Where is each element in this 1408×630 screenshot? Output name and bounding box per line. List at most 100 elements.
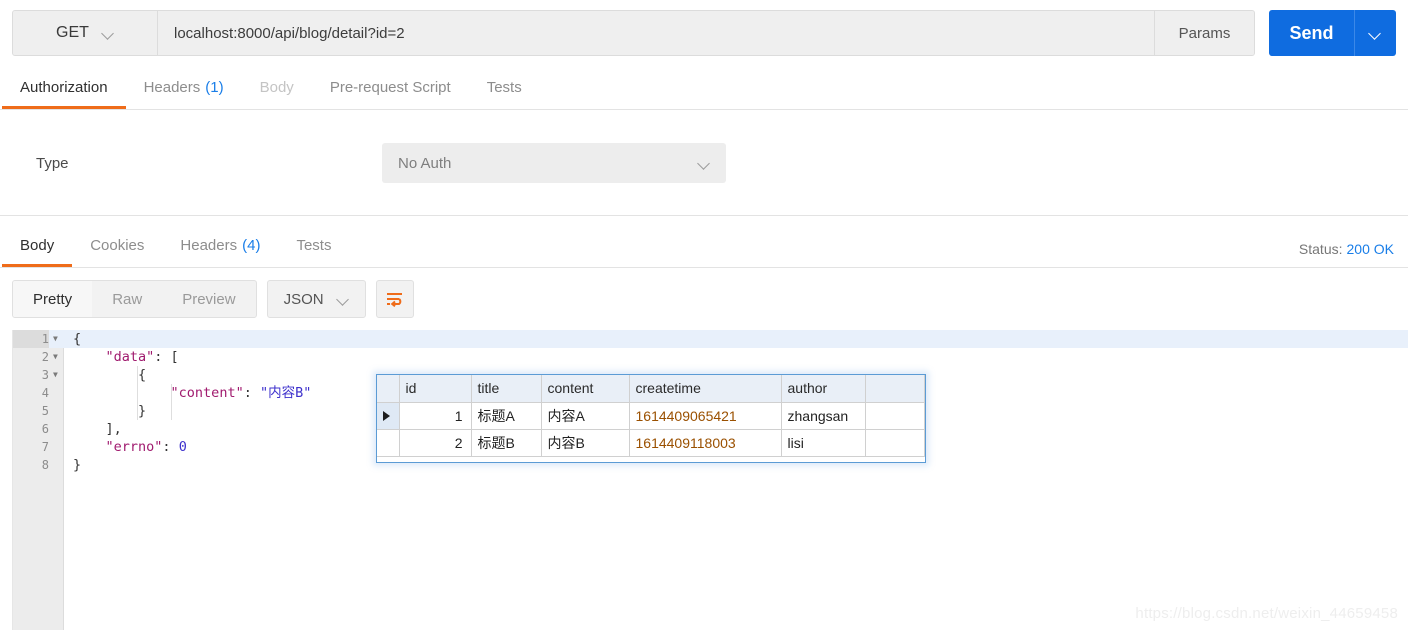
code-token: : (162, 439, 179, 455)
url-group: GET localhost:8000/api/blog/detail?id=2 … (12, 10, 1255, 56)
view-mode-raw[interactable]: Raw (92, 281, 162, 317)
code-text: "content": "内容B" (73, 384, 312, 402)
status-label: Status: (1298, 241, 1343, 257)
chevron-down-icon (699, 158, 710, 169)
resp-tab-tests[interactable]: Tests (278, 224, 349, 267)
cell-id[interactable]: 2 (399, 429, 472, 457)
code-token: "content" (170, 385, 244, 401)
auth-type-select[interactable]: No Auth (382, 143, 726, 183)
tab-count: (4) (242, 237, 261, 254)
authorization-pane: Type No Auth (0, 110, 1408, 216)
code-text: ], (73, 420, 122, 438)
fold-toggle-icon[interactable]: ▼ (53, 330, 62, 348)
url-input[interactable]: localhost:8000/api/blog/detail?id=2 (158, 11, 1154, 55)
indent-guide (171, 384, 172, 420)
table-header-row: id title content createtime author (377, 375, 925, 403)
code-line: 2 ▼ "data": [ (13, 348, 1408, 366)
code-token: ], (73, 421, 122, 437)
send-options-button[interactable] (1354, 10, 1396, 56)
response-tabs: Body Cookies Headers (4) Tests Status: 200 OK (0, 224, 1408, 268)
table-row[interactable]: 2 标题B 内容B 1614409118003 lisi (377, 429, 925, 457)
wrap-lines-icon[interactable] (375, 280, 414, 318)
tab-headers[interactable]: Headers (1) (126, 66, 242, 109)
line-number: 2 (41, 350, 49, 364)
cell-content[interactable]: 内容B (541, 429, 630, 457)
status-value: 200 OK (1346, 241, 1394, 257)
code-token: { (73, 367, 147, 383)
line-number: 8 (41, 458, 49, 472)
code-text: "errno": 0 (73, 438, 187, 456)
fold-toggle-icon[interactable]: ▼ (53, 366, 62, 384)
cell-createtime[interactable]: 1614409118003 (629, 429, 782, 457)
resp-tab-cookies[interactable]: Cookies (72, 224, 162, 267)
database-result-table: id title content createtime author 1 标题A 内… (376, 374, 926, 463)
cell-createtime[interactable]: 1614409065421 (629, 402, 782, 430)
cell-author[interactable]: zhangsan (781, 402, 866, 430)
resp-tab-headers[interactable]: Headers (4) (162, 224, 278, 267)
column-header-createtime[interactable]: createtime (629, 375, 782, 403)
code-text: "data": [ (73, 348, 179, 366)
send-group: Send (1269, 10, 1396, 56)
code-text: { (73, 330, 81, 348)
line-number: 4 (41, 386, 49, 400)
tab-label: Headers (143, 79, 201, 96)
table-row[interactable]: 1 标题A 内容A 1614409065421 zhangsan (377, 402, 925, 430)
view-mode-preview[interactable]: Preview (162, 281, 255, 317)
line-number: 3 (41, 368, 49, 382)
code-token: : (243, 385, 260, 401)
tab-tests[interactable]: Tests (469, 66, 540, 109)
cell-title[interactable]: 标题B (471, 429, 542, 457)
code-text: { (73, 366, 146, 384)
db-grid-body: 1 标题A 内容A 1614409065421 zhangsan 2 标题B 内容B 16144… (377, 402, 925, 457)
line-number: 6 (41, 422, 49, 436)
column-header-content[interactable]: content (541, 375, 630, 403)
code-token: { (73, 331, 82, 347)
tab-label: Tests (486, 79, 522, 96)
status-badge: Status: 200 OK (1299, 241, 1394, 257)
cell-content[interactable]: 内容A (541, 402, 630, 430)
tab-pre-request-script[interactable]: Pre-request Script (312, 66, 469, 109)
column-header-author[interactable]: author (781, 375, 866, 403)
response-view-toolbar: Pretty Raw Preview JSON (0, 268, 1408, 330)
method-label: GET (56, 24, 89, 41)
tab-body: Body (242, 66, 312, 109)
tab-label: Body (259, 79, 294, 96)
code-text: } (73, 402, 146, 420)
params-button[interactable]: Params (1154, 11, 1254, 55)
tab-authorization[interactable]: Authorization (2, 66, 126, 109)
chevron-down-icon (338, 294, 349, 305)
tab-label: Tests (296, 237, 332, 254)
auth-type-label: Type (36, 154, 69, 172)
row-selector-cell[interactable] (377, 402, 400, 430)
cell-id[interactable]: 1 (399, 402, 472, 430)
code-token: } (73, 457, 82, 473)
format-select[interactable]: JSON (266, 280, 366, 318)
cell-filler (865, 402, 925, 430)
request-tabs: Authorization Headers (1) Body Pre-request S… (0, 66, 1408, 110)
tab-label: Headers (180, 237, 238, 254)
code-token: "errno" (105, 439, 163, 455)
code-token: "data" (105, 349, 155, 365)
row-selector-cell[interactable] (377, 429, 400, 457)
method-selector[interactable]: GET (13, 11, 158, 55)
column-header-filler (865, 375, 925, 403)
column-header-title[interactable]: title (471, 375, 542, 403)
postman-window: GET localhost:8000/api/blog/detail?id=2 … (0, 0, 1408, 630)
tab-label: Authorization (20, 79, 108, 96)
cell-title[interactable]: 标题A (471, 402, 542, 430)
tab-label: Pre-request Script (329, 79, 451, 96)
resp-tab-body[interactable]: Body (2, 224, 73, 267)
fold-toggle-icon[interactable]: ▼ (53, 348, 62, 366)
code-line: 1 ▼ { (13, 330, 1408, 348)
tab-count: (1) (205, 79, 224, 96)
cell-author[interactable]: lisi (781, 429, 866, 457)
wrap-lines-glyph (386, 293, 402, 307)
chevron-down-icon (103, 28, 114, 39)
code-token: : [ (154, 349, 179, 365)
view-mode-pretty[interactable]: Pretty (13, 281, 93, 317)
column-header-id[interactable]: id (399, 375, 472, 403)
line-number: 5 (41, 404, 49, 418)
send-button[interactable]: Send (1269, 10, 1354, 56)
